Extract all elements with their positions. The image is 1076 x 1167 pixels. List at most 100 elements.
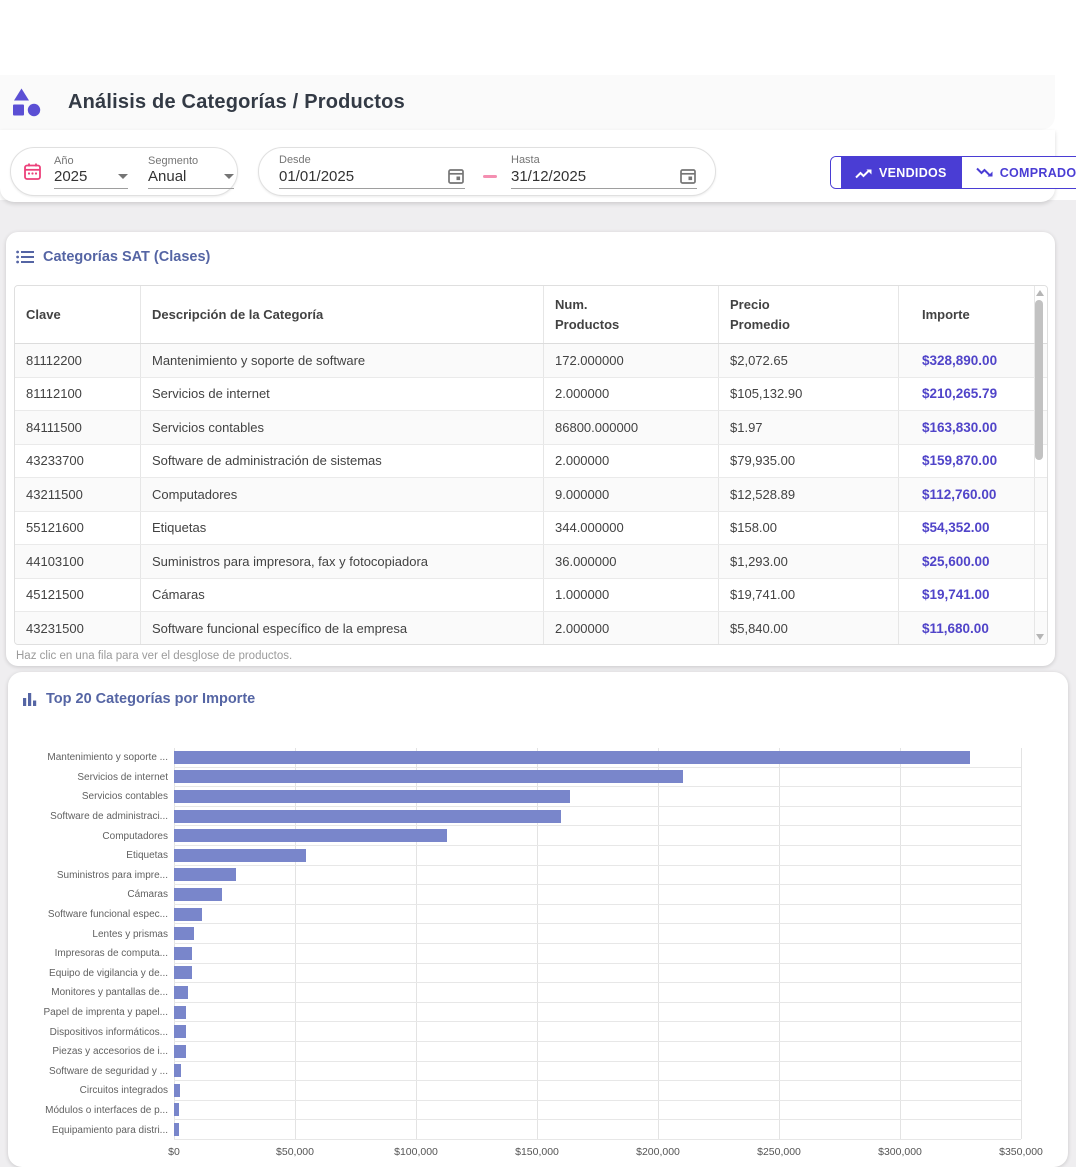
table-scrollbar[interactable] [1034,287,1045,643]
chart-category-label: Servicios contables [8,791,168,802]
chart-section-title: Top 20 Categorías por Importe [46,691,255,707]
chart-row: Monitores y pantallas de... [8,983,1021,1003]
chart-row: Servicios contables [8,787,1021,807]
chart-row: Circuitos integrados [8,1081,1021,1101]
app-header: Análisis de Categorías / Productos [0,75,1055,130]
bar-chart-icon [22,692,37,707]
date-from-field[interactable]: Desde 01/01/2025 [279,154,465,189]
date-to-label: Hasta [511,154,697,166]
cell-importe: $11,680.00 [899,612,1035,645]
cell-precio: $5,840.00 [719,612,899,645]
chart-category-label: Papel de imprenta y papel... [8,1007,168,1018]
chart-bar[interactable] [174,947,192,960]
chart-row: Impresoras de computa... [8,944,1021,964]
cell-descripcion: Etiquetas [141,512,544,545]
chart-bar[interactable] [174,790,570,803]
table-row[interactable]: 43233700Software de administración de si… [15,445,1047,479]
segment-label: Segmento [148,155,234,167]
x-tick-label: $350,000 [999,1146,1043,1158]
table-row[interactable]: 81112200Mantenimiento y soporte de softw… [15,344,1047,378]
cell-importe: $25,600.00 [899,545,1035,578]
chart-row: Servicios de internet [8,768,1021,788]
chart-category-label: Software de administraci... [8,811,168,822]
chart-category-label: Suministros para impre... [8,870,168,881]
chart-bar[interactable] [174,1045,186,1058]
categories-table: ClaveDescripción de la CategoríaNum. Pro… [14,285,1048,645]
chart-category-label: Servicios de internet [8,772,168,783]
date-range-filter-group: Desde 01/01/2025 Hasta 31/12/2025 [258,147,716,196]
chart-category-label: Dispositivos informáticos... [8,1027,168,1038]
year-value: 2025 [54,168,87,185]
chart-bar[interactable] [174,908,202,921]
chart-bar[interactable] [174,986,188,999]
chart-bar-track [174,924,1021,944]
cell-clave: 43211500 [15,478,141,511]
cell-importe: $210,265.79 [899,378,1035,411]
cell-clave: 43231500 [15,612,141,645]
chevron-down-icon [224,174,234,179]
chart-x-axis: $0$50,000$100,000$150,000$200,000$250,00… [174,1146,1021,1162]
calendar-icon-pink [23,162,42,181]
table-row[interactable]: 43211500Computadores9.000000$12,528.89$1… [15,478,1047,512]
cell-clave: 81112200 [15,344,141,377]
chart-bar[interactable] [174,849,306,862]
calendar-icon[interactable] [679,167,697,185]
categories-table-card: Categorías SAT (Clases) ClaveDescripción… [6,232,1055,666]
chart-bar[interactable] [174,810,561,823]
chart-bar[interactable] [174,868,236,881]
cell-importe: $163,830.00 [899,411,1035,444]
cell-precio: $12,528.89 [719,478,899,511]
chart-bar[interactable] [174,829,447,842]
segment-select[interactable]: Segmento Anual [148,155,234,189]
chart-bar[interactable] [174,888,222,901]
chart-bar[interactable] [174,770,683,783]
date-to-field[interactable]: Hasta 31/12/2025 [511,154,697,189]
table-row[interactable]: 43231500Software funcional específico de… [15,612,1047,645]
table-row[interactable]: 84111500Servicios contables86800.000000$… [15,411,1047,445]
chart-bar[interactable] [174,1103,179,1116]
trending-down-icon [976,167,993,179]
chart-bar[interactable] [174,1123,179,1136]
table-row[interactable]: 44103100Suministros para impresora, fax … [15,545,1047,579]
year-select[interactable]: Año 2025 [54,155,128,189]
cell-importe: $328,890.00 [899,344,1035,377]
chart-bar[interactable] [174,1064,181,1077]
chart-bar[interactable] [174,1084,180,1097]
chart-bar[interactable] [174,927,194,940]
chart-row: Lentes y prismas [8,924,1021,944]
chart-bar-track [174,1042,1021,1062]
chart-bar[interactable] [174,1006,186,1019]
chart-bar[interactable] [174,966,192,979]
chart-bar[interactable] [174,751,970,764]
chart-row: Equipamiento para distri... [8,1120,1021,1140]
chart-bar-track [174,905,1021,925]
table-row[interactable]: 81112100Servicios de internet2.000000$10… [15,378,1047,412]
cell-clave: 84111500 [15,411,141,444]
chart-bar-track [174,826,1021,846]
chart-bar-track [174,787,1021,807]
gridline [1021,748,1022,1139]
date-range-dash [483,175,497,178]
scrollbar-up-arrow[interactable] [1036,290,1044,296]
table-row[interactable]: 45121500Cámaras1.000000$19,741.00$19,741… [15,579,1047,613]
chart-row: Papel de imprenta y papel... [8,1003,1021,1023]
table-row[interactable]: 55121600Etiquetas344.000000$158.00$54,35… [15,512,1047,546]
period-filter-group: Año 2025 Segmento Anual [10,147,238,196]
chart-category-label: Mantenimiento y soporte ... [8,752,168,763]
year-label: Año [54,155,128,167]
cell-num: 9.000000 [544,478,719,511]
scrollbar-down-arrow[interactable] [1036,634,1044,640]
date-to-value: 31/12/2025 [511,168,586,185]
vendidos-button[interactable]: VENDIDOS [841,157,961,188]
comprados-button[interactable]: COMPRADOS [961,157,1076,188]
calendar-icon[interactable] [447,167,465,185]
chart-row: Módulos o interfaces de p... [8,1101,1021,1121]
chart-category-label: Equipo de vigilancia y de... [8,968,168,979]
cell-clave: 44103100 [15,545,141,578]
chart-bar[interactable] [174,1025,186,1038]
table-body: 81112200Mantenimiento y soporte de softw… [15,344,1047,645]
chart-bar-track [174,1022,1021,1042]
page-title: Análisis de Categorías / Productos [68,91,405,114]
cell-num: 1.000000 [544,579,719,612]
scrollbar-thumb[interactable] [1035,300,1043,460]
